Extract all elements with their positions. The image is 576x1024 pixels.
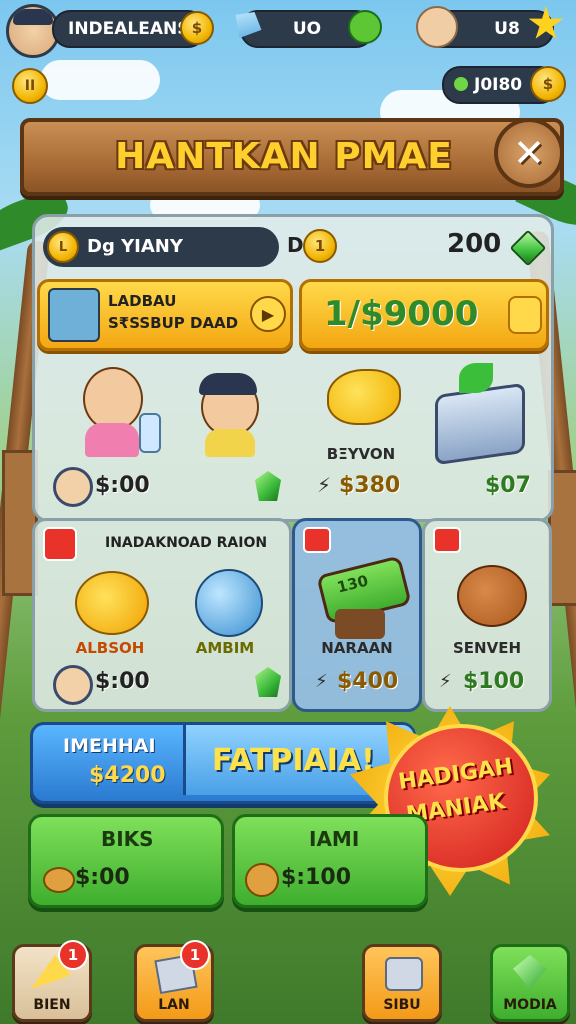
price-banner-text: 1/$9000 (324, 294, 479, 334)
promo-line1: IMEHHAI (63, 735, 156, 757)
nav-label-bien: BIEN (33, 997, 71, 1013)
add-gem-button[interactable] (348, 10, 382, 44)
green-button-2-price: $:100 (281, 865, 352, 890)
emerald-icon (513, 955, 547, 989)
shop-panel: L Dg YIANY D 1 200 LADBAU S₹SSBUP DAAD ▶… (32, 214, 554, 522)
player-name: INDEALEANS (68, 19, 190, 39)
section4-wand-icon: ⚡ (439, 671, 452, 692)
menu-icon[interactable]: II (12, 68, 48, 104)
nav-button-sibu[interactable]: SIBU (362, 944, 442, 1022)
wallet-amount: J0I80 (474, 75, 523, 95)
nav-label-lan: LAN (158, 997, 190, 1013)
offer-card[interactable]: LADBAU S₹SSBUP DAAD ▶ (37, 279, 293, 351)
section-badge-icon (43, 527, 77, 561)
section-rations: INADAKNOAD RAION ALBSOH AMBIM $:00 (32, 518, 292, 712)
close-icon: ✕ (513, 131, 545, 175)
nav-label-sibu: SIBU (383, 997, 421, 1013)
nav-badge-bien: 1 (58, 940, 88, 970)
title-banner: HANTKAN PMAE (20, 118, 564, 196)
section-narran[interactable]: 130 NARAAN ⚡ $400 (292, 518, 422, 712)
section2-avatar (53, 665, 93, 705)
stump-icon (335, 609, 385, 639)
gem-icon (255, 471, 281, 501)
close-button[interactable]: ✕ (494, 118, 564, 188)
panel-header-bar: L Dg YIANY (43, 227, 279, 267)
gift-icon (385, 957, 423, 991)
header-gem-icon (509, 229, 547, 267)
green-button-1-price: $:00 (75, 865, 130, 890)
promo-bar[interactable]: IMEHHAI $4200 FATPIAIA! (30, 722, 416, 804)
friend-count: U8 (494, 19, 520, 39)
boy-body (205, 429, 255, 457)
section2-gem-icon (255, 667, 281, 697)
phone-device-icon (435, 382, 525, 466)
green-button-1[interactable]: BIKS $:00 (28, 814, 224, 908)
bear-icon (457, 565, 527, 627)
panel-header-label: Dg YIANY (87, 236, 183, 257)
section3-badge-icon (303, 527, 331, 553)
nav-button-modia[interactable]: MODIA (490, 944, 570, 1022)
section2-price: $:00 (95, 669, 150, 694)
potato-icon (43, 867, 75, 893)
shell-icon (245, 863, 279, 897)
page-title: HANTKAN PMAE (115, 136, 453, 177)
section4-price: $100 (463, 669, 525, 694)
nav-label-modia: MODIA (503, 997, 557, 1013)
item-price-2: $380 (339, 473, 401, 498)
section4-label: SENVEH (452, 639, 521, 657)
green-button-1-label: BIKS (101, 827, 154, 851)
wallet-coin-icon[interactable]: $ (530, 66, 566, 102)
coin-stack-icon (508, 296, 542, 334)
nav-badge-lan: 1 (180, 940, 210, 970)
offer-line2: S₹SSBUP DAAD (108, 314, 239, 332)
item-label-2: BΞYVON (326, 445, 396, 463)
friend-avatar[interactable] (416, 6, 458, 48)
coin-icon[interactable]: $ (180, 11, 214, 45)
girl-character (83, 367, 143, 431)
offer-line1: LADBAU (108, 292, 177, 310)
wand-icon: ⚡ (317, 473, 332, 497)
gem-count: UO (292, 19, 322, 39)
section3-label: NARAAN (321, 639, 393, 657)
promo-button-label: FATPIAIA! (212, 743, 375, 778)
section4-badge-icon (433, 527, 461, 553)
girl-body (85, 423, 139, 457)
play-icon[interactable]: ▶ (250, 296, 286, 332)
header-coin-icon-2[interactable]: 1 (303, 229, 337, 263)
bottle-icon (139, 413, 161, 453)
offer-avatar (48, 288, 100, 342)
header-coin-icon: L (47, 231, 79, 263)
section-seven: SENVEH ⚡ $100 (422, 518, 552, 712)
section2-title: INADAKNOAD RAION (105, 535, 268, 551)
leaf-decor-icon (459, 363, 493, 393)
buyer-avatar (53, 467, 93, 507)
avatar-hair (13, 9, 53, 25)
section2-item2-label: AMBIM (195, 639, 255, 657)
green-button-2[interactable]: IAMI $:100 (232, 814, 428, 908)
boy-hair (199, 373, 257, 395)
cloud (40, 60, 160, 100)
globe-fruit-icon (195, 569, 263, 637)
green-dot-icon (454, 77, 468, 91)
fish-icon (327, 369, 401, 425)
item-price-3: $07 (485, 473, 531, 498)
section2-item1-label: ALBSOH (75, 639, 145, 657)
item-price-1: $:00 (95, 473, 150, 498)
promo-line2: $4200 (89, 763, 166, 788)
section3-wand-icon: ⚡ (315, 671, 328, 692)
header-coin-letter: D (287, 233, 304, 257)
header-value: 200 (447, 229, 502, 259)
price-banner[interactable]: 1/$9000 (299, 279, 549, 351)
duck-icon (75, 571, 149, 635)
section3-price: $400 (337, 669, 399, 694)
green-button-2-label: IAMI (309, 827, 360, 851)
